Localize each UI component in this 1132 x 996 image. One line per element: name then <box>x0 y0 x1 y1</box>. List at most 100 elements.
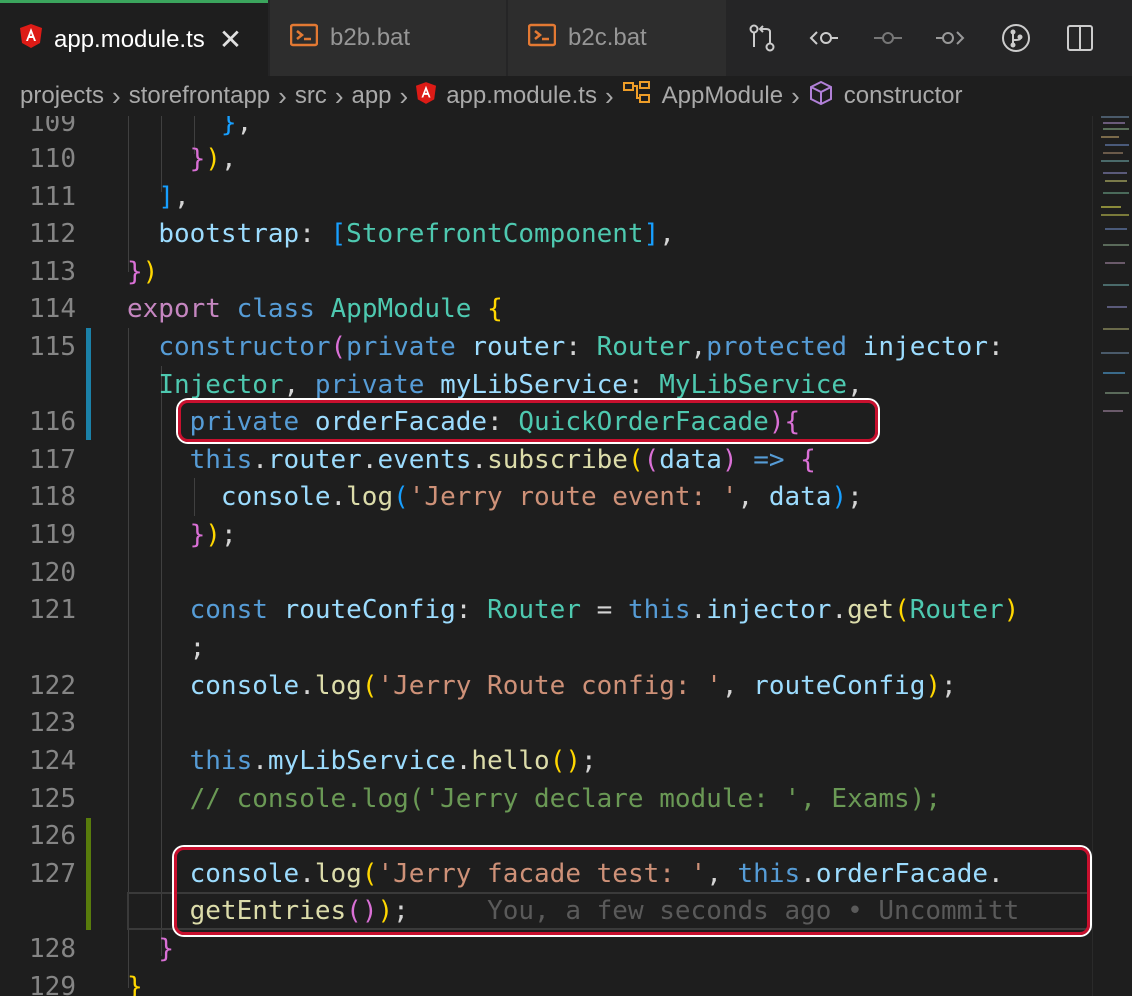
tab-label: app.module.ts <box>54 25 205 53</box>
minimap-line <box>1101 136 1119 138</box>
code-line: this.router.events.subscribe((data) => { <box>189 445 816 475</box>
code-line: bootstrap: [StorefrontComponent], <box>158 219 675 249</box>
line-number: 109 <box>29 116 76 138</box>
line-number: 120 <box>29 558 76 588</box>
gutter-modified-marker <box>86 328 91 440</box>
minimap-line <box>1103 172 1127 174</box>
line-number: 111 <box>29 182 76 212</box>
breadcrumb-item[interactable]: AppModule <box>662 82 783 110</box>
commit-icon <box>870 18 906 58</box>
line-number: 122 <box>29 671 76 701</box>
breadcrumb-item[interactable]: constructor <box>844 82 963 110</box>
highlight-box <box>174 847 1090 935</box>
line-number: 112 <box>29 219 76 249</box>
code-line: ; <box>127 633 206 663</box>
chevron-right-icon: › <box>334 80 344 111</box>
method-cube-icon <box>808 80 834 113</box>
minimap-line <box>1103 192 1129 194</box>
line-number: 127 <box>29 859 76 889</box>
code-line: }) <box>127 257 159 287</box>
tab-app-module[interactable]: app.module.ts ✕ <box>0 0 268 76</box>
minimap-line <box>1105 392 1129 394</box>
minimap-line <box>1105 262 1125 264</box>
go-forward-commit-icon[interactable] <box>932 18 968 58</box>
angular-icon <box>20 24 42 55</box>
line-number: 117 <box>29 445 76 475</box>
line-number: 128 <box>29 934 76 964</box>
chevron-right-icon: › <box>399 80 409 111</box>
minimap-line <box>1101 352 1129 354</box>
line-number: 118 <box>29 482 76 512</box>
minimap-line <box>1103 410 1123 412</box>
line-number: 110 <box>29 144 76 174</box>
code-line: }), <box>189 144 237 174</box>
code-line: } <box>127 972 143 996</box>
tab-b2c-bat[interactable]: b2c.bat <box>508 0 726 76</box>
minimap-line <box>1101 116 1129 118</box>
open-changes-icon[interactable] <box>744 18 780 58</box>
code-line: } <box>158 934 174 964</box>
class-symbol-icon <box>622 80 652 113</box>
minimap-line <box>1105 144 1129 146</box>
line-number: 114 <box>29 294 76 324</box>
go-back-commit-icon[interactable] <box>806 18 842 58</box>
minimap-line <box>1103 328 1129 330</box>
code-line: const routeConfig: Router = this.injecto… <box>189 595 1020 625</box>
line-number: 126 <box>29 821 76 851</box>
editor-tab-bar: app.module.ts ✕ b2b.bat b2c.bat <box>0 0 1132 76</box>
minimap-line <box>1103 122 1125 124</box>
tab-b2b-bat[interactable]: b2b.bat <box>270 0 506 76</box>
code-line: export class AppModule { <box>127 294 503 324</box>
breadcrumb-item[interactable]: storefrontapp <box>129 82 270 110</box>
code-line: Injector, private myLibService: MyLibSer… <box>158 370 863 400</box>
line-number: 116 <box>29 407 76 437</box>
code-editor[interactable]: 109 110 111 112 113 114 115 116 117 118 … <box>0 116 1132 996</box>
chevron-right-icon: › <box>791 80 800 111</box>
line-number: 119 <box>29 520 76 550</box>
minimap-line <box>1103 128 1129 130</box>
minimap-line <box>1101 214 1129 216</box>
minimap-line <box>1105 180 1127 182</box>
tab-label: b2c.bat <box>568 24 647 51</box>
breadcrumb-item[interactable]: src <box>295 82 327 110</box>
chevron-right-icon: › <box>604 80 614 111</box>
code-line: }, <box>220 116 253 138</box>
minimap-line <box>1103 244 1129 246</box>
minimap-line <box>1107 306 1127 308</box>
minimap-line <box>1101 160 1129 162</box>
minimap-line <box>1103 284 1129 286</box>
minimap[interactable] <box>1092 116 1132 996</box>
split-editor-icon[interactable] <box>1062 18 1098 58</box>
breadcrumb: projects › storefrontapp › src › app › a… <box>0 76 1132 116</box>
tab-label: b2b.bat <box>330 24 411 51</box>
code-line: ], <box>158 182 190 212</box>
code-line: constructor(private router: Router,prote… <box>158 332 1004 362</box>
gutter-added-marker <box>86 818 91 930</box>
highlight-box <box>178 400 878 442</box>
line-number: 123 <box>29 708 76 738</box>
code-line: }); <box>189 520 237 550</box>
minimap-line <box>1105 228 1127 230</box>
line-number: 115 <box>29 332 76 362</box>
angular-icon <box>416 81 437 111</box>
terminal-file-icon <box>527 23 557 54</box>
line-number: 113 <box>29 257 76 287</box>
code-line: // console.log('Jerry declare module: ',… <box>189 784 941 814</box>
git-lens-icon[interactable] <box>998 18 1034 58</box>
breadcrumb-item[interactable]: app <box>351 82 391 110</box>
breadcrumb-item[interactable]: app.module.ts <box>446 82 597 110</box>
chevron-right-icon: › <box>112 80 121 111</box>
code-line: this.myLibService.hello(); <box>189 746 597 776</box>
breadcrumb-item[interactable]: projects <box>20 82 104 110</box>
chevron-right-icon: › <box>278 80 287 111</box>
line-number: 125 <box>29 784 76 814</box>
close-icon[interactable]: ✕ <box>219 23 242 56</box>
line-number: 121 <box>29 595 76 625</box>
code-line: console.log('Jerry Route config: ', rout… <box>189 671 957 701</box>
line-number: 129 <box>29 972 76 996</box>
terminal-file-icon <box>289 23 319 54</box>
minimap-line <box>1101 206 1121 208</box>
minimap-line <box>1103 152 1123 154</box>
code-line: console.log('Jerry route event: ', data)… <box>220 482 863 512</box>
minimap-line <box>1103 372 1125 374</box>
